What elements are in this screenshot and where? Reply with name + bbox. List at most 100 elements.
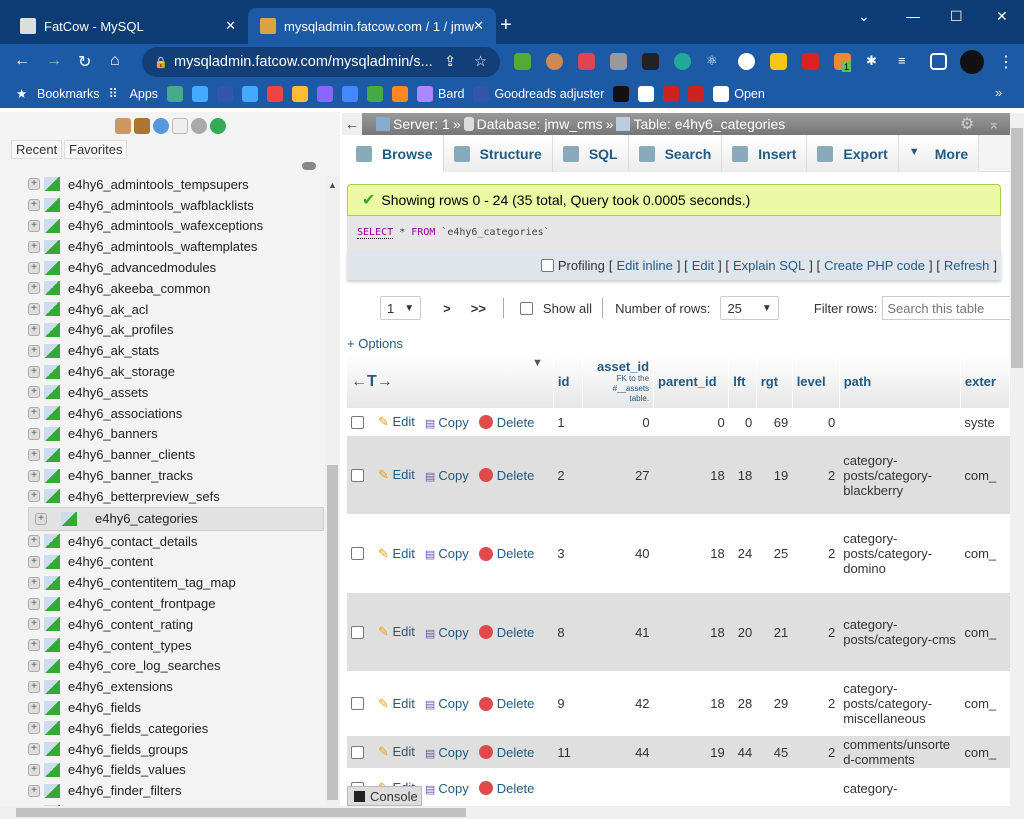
row-checkbox[interactable] [351, 745, 364, 759]
media-icon[interactable]: ≡ [898, 53, 915, 70]
home-icon[interactable]: ⌂ [110, 52, 120, 70]
extension-icon[interactable] [642, 53, 659, 70]
sidebar-table-item[interactable]: + e4hy6_banner_clients [28, 444, 324, 465]
cell-parent_id[interactable]: 18 [653, 671, 729, 736]
bookmark-item[interactable] [217, 86, 234, 102]
delete-button[interactable]: Delete [478, 781, 534, 796]
expand-icon[interactable]: + [28, 303, 40, 316]
cell-parent_id[interactable]: 18 [653, 514, 729, 593]
bookmark-item[interactable]: Open [713, 86, 765, 102]
cell-parent_id[interactable]: 0 [653, 408, 729, 436]
recent-tab[interactable]: Recent [11, 140, 63, 159]
expand-icon[interactable]: + [28, 763, 40, 776]
collapse-nav-icon[interactable]: ← [342, 113, 362, 135]
camera-icon[interactable] [610, 53, 627, 70]
reload-icon[interactable]: ↻ [78, 52, 91, 72]
bookmark-item[interactable]: ★ Bookmarks [16, 86, 100, 102]
back-icon[interactable]: ← [14, 52, 30, 70]
expand-icon[interactable]: + [28, 365, 40, 378]
extension-icon[interactable]: 1 [834, 53, 852, 72]
link-icon[interactable] [302, 162, 316, 170]
cell-rgt[interactable]: 29 [756, 671, 793, 736]
sidebar-table-item[interactable]: + e4hy6_ak_acl [28, 299, 324, 320]
explain-sql-link[interactable]: Explain SQL [733, 258, 805, 273]
tab-search[interactable]: Search [628, 135, 723, 172]
expand-icon[interactable]: + [28, 448, 40, 461]
cell-level[interactable]: 2 [792, 593, 840, 671]
edit-link[interactable]: Edit [692, 258, 714, 273]
maximize-button[interactable]: ☐ [950, 8, 963, 25]
cell-asset_id[interactable]: 0 [582, 408, 654, 436]
extensions-puzzle-icon[interactable]: ✱ [866, 53, 883, 70]
row-checkbox[interactable] [351, 415, 364, 429]
bookmark-item[interactable] [638, 86, 655, 102]
new-tab-button[interactable]: + [500, 14, 512, 37]
expand-icon[interactable]: + [28, 240, 40, 253]
share-icon[interactable]: ⇪ [444, 54, 456, 70]
cell-path[interactable]: category-posts/category-blackberry [839, 436, 961, 514]
cell-exter[interactable]: com_ [960, 736, 1010, 768]
bookmark-item[interactable]: Goodreads adjuster [473, 86, 604, 102]
expand-icon[interactable]: + [28, 178, 40, 191]
close-tab-icon[interactable]: ✕ [225, 18, 236, 34]
expand-icon[interactable]: + [28, 490, 40, 503]
expand-icon[interactable]: + [28, 386, 40, 399]
extension-icon[interactable] [802, 53, 819, 70]
next-page-button[interactable]: > [443, 301, 451, 316]
cell-level[interactable]: 2 [792, 436, 840, 514]
profiling-checkbox[interactable] [540, 258, 554, 272]
bookmark-item[interactable] [688, 86, 705, 102]
row-checkbox[interactable] [351, 625, 364, 639]
bookmark-item[interactable] [342, 86, 359, 102]
column-header-exter[interactable]: exter [960, 355, 1010, 408]
expand-icon[interactable]: + [28, 639, 40, 652]
copy-button[interactable]: ▤ Copy [425, 625, 469, 640]
cell-id[interactable]: 3 [553, 514, 583, 593]
bookmark-item[interactable]: Bard [417, 86, 464, 102]
cell-exter[interactable]: com_ [960, 671, 1010, 736]
expand-icon[interactable]: + [28, 344, 40, 357]
column-header-path[interactable]: path [839, 355, 961, 408]
home-icon[interactable] [115, 118, 131, 134]
side-panel-icon[interactable] [930, 53, 947, 70]
horizontal-scroll-thumb[interactable] [16, 808, 466, 817]
cell-id[interactable]: 9 [553, 671, 583, 736]
refresh-link[interactable]: Refresh [944, 258, 990, 273]
create-php-code-link[interactable]: Create PHP code [824, 258, 925, 273]
sidebar-scroll-thumb[interactable] [327, 465, 338, 800]
column-header-id[interactable]: id [553, 355, 584, 408]
cell-asset_id[interactable]: 41 [582, 593, 654, 671]
address-bar[interactable]: 🔒 mysqladmin.fatcow.com/mysqladmin/s... ⇪ ☆ [142, 47, 500, 77]
reload-icon[interactable] [210, 118, 226, 134]
cell-asset_id[interactable]: 40 [582, 514, 654, 593]
row-checkbox[interactable] [351, 697, 364, 710]
collapse-top-icon[interactable]: ⌅ [988, 116, 1000, 133]
sidebar-table-item[interactable]: + e4hy6_fields_groups [28, 739, 324, 760]
profile-avatar[interactable] [960, 50, 984, 74]
sidebar-table-item[interactable]: + e4hy6_finder_filters [28, 780, 324, 801]
expand-icon[interactable]: + [28, 701, 40, 714]
column-header-level[interactable]: level [792, 355, 840, 408]
cell-asset_id[interactable]: 27 [582, 436, 654, 514]
cell-id[interactable]: 8 [553, 593, 583, 671]
cell-id[interactable] [553, 768, 583, 805]
delete-button[interactable]: Delete [478, 745, 534, 760]
sidebar-table-item[interactable]: + e4hy6_assets [28, 382, 324, 403]
cell-parent_id[interactable]: 18 [653, 436, 729, 514]
cell-path[interactable]: category-posts/category-domino [839, 514, 961, 593]
expand-icon[interactable]: + [28, 323, 40, 336]
browser-tab[interactable]: FatCow - MySQL ✕ [8, 8, 248, 44]
filter-rows-input[interactable] [882, 296, 1023, 320]
console-button[interactable]: Console [347, 786, 422, 806]
column-header-asset_id[interactable]: asset_id FK to the #__assets table. [582, 355, 655, 408]
rows-per-page-select[interactable]: 25 ▼ [720, 296, 779, 320]
bookmark-item[interactable] [192, 86, 209, 102]
sidebar-table-item[interactable]: + e4hy6_banner_tracks [28, 465, 324, 486]
last-page-button[interactable]: >> [471, 301, 486, 316]
extension-icon[interactable] [738, 53, 755, 70]
cell-level[interactable]: 2 [792, 736, 840, 768]
sidebar-table-item[interactable]: + e4hy6_fields_values [28, 760, 324, 781]
cell-exter[interactable]: com_ [960, 514, 1010, 593]
cell-exter[interactable]: syste [960, 408, 1010, 436]
bookmark-item[interactable] [292, 86, 309, 102]
